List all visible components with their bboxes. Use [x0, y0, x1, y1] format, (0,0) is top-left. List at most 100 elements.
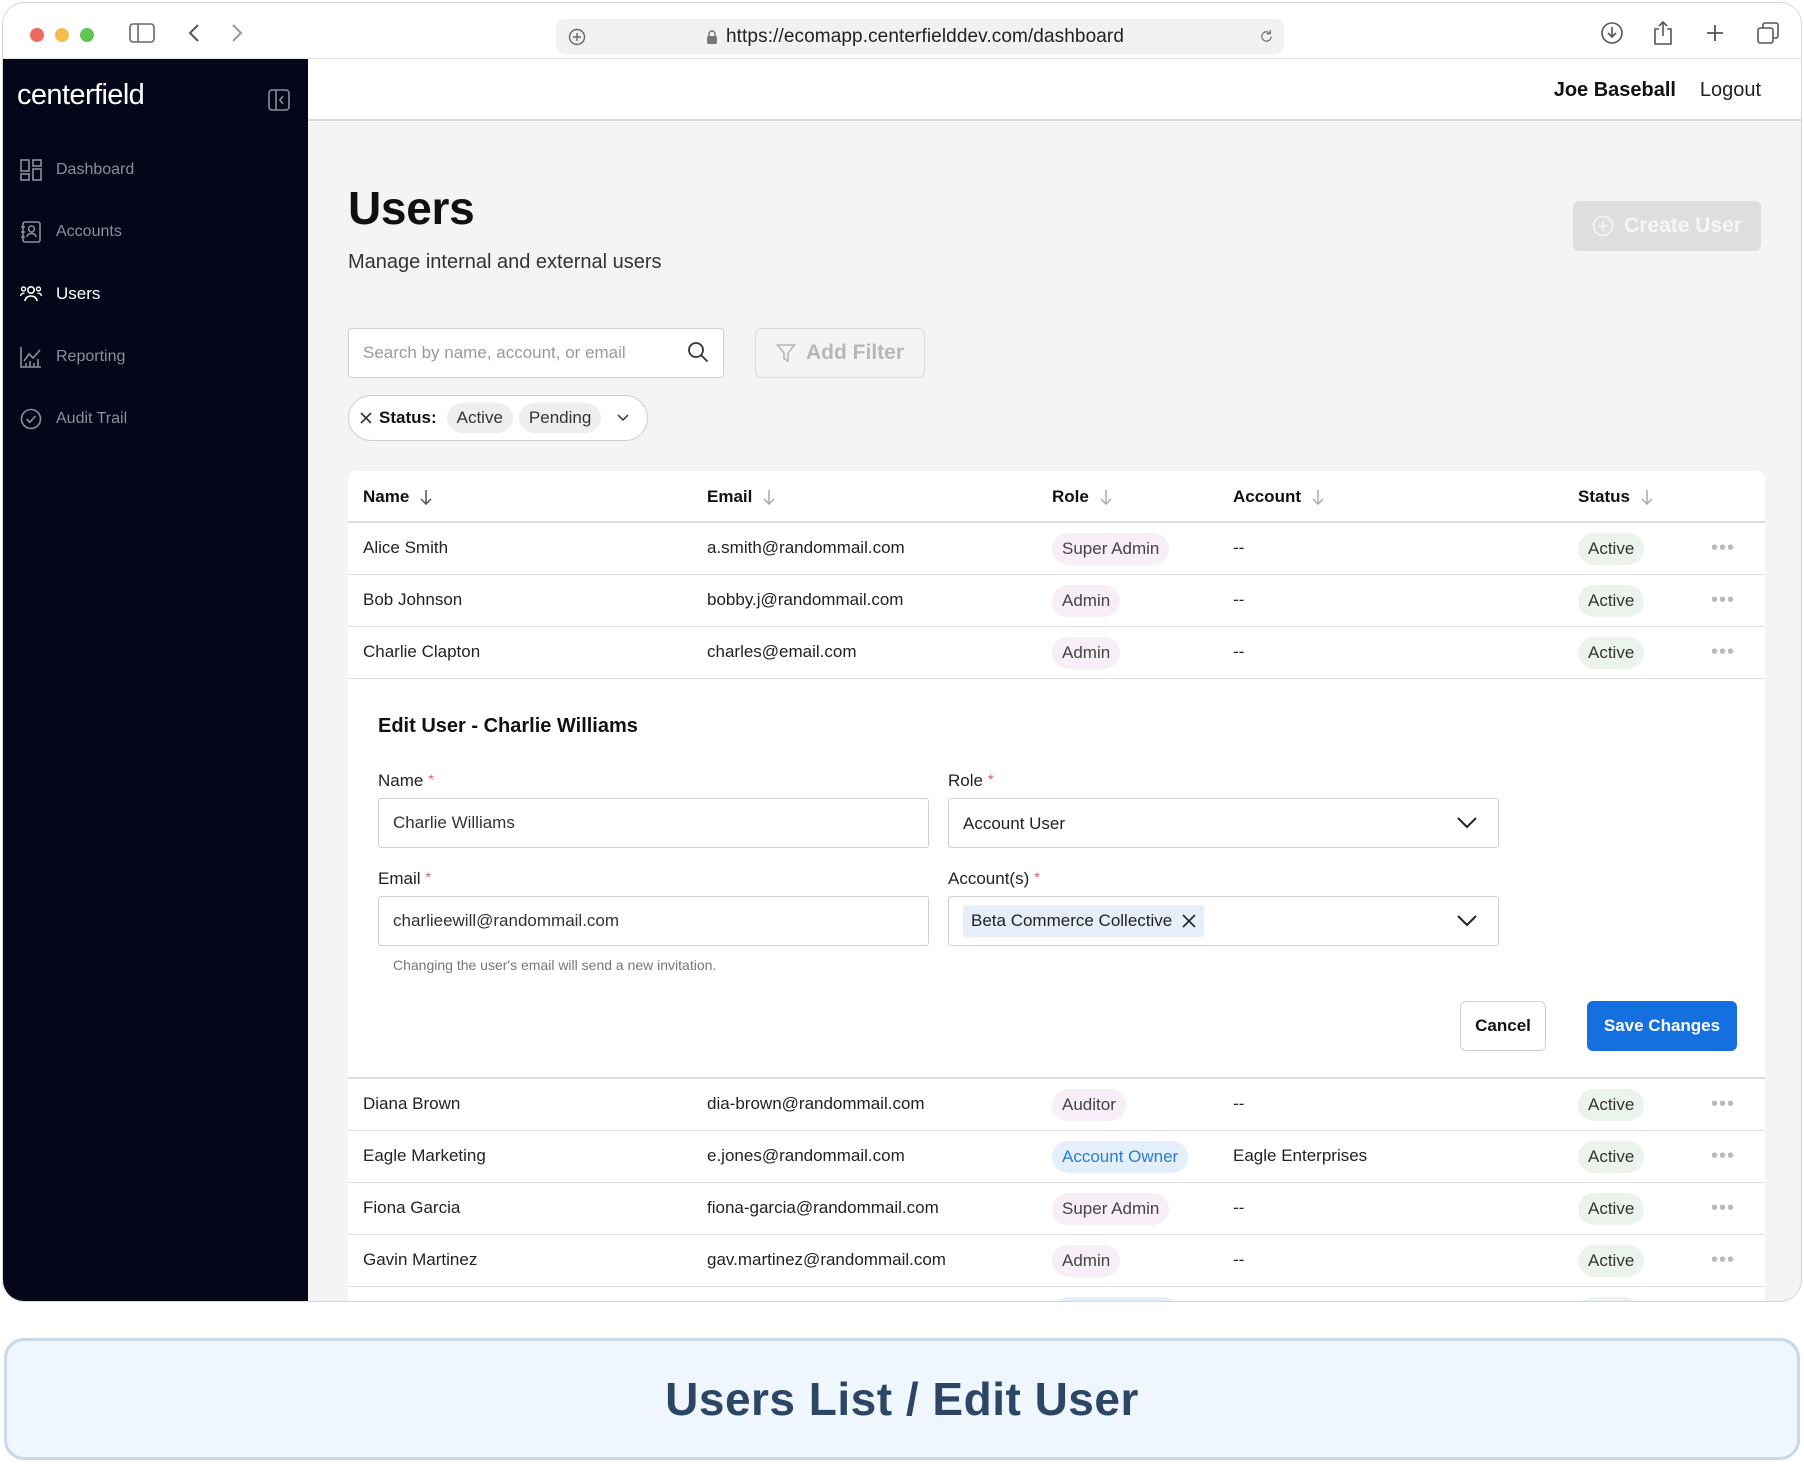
sort-arrow-icon — [1100, 490, 1112, 505]
accounts-icon — [21, 221, 41, 243]
url-text[interactable]: https://ecomapp.centerfielddev.com/dashb… — [726, 19, 1124, 54]
table-row[interactable]: Alice Smith a.smith@randommail.com Super… — [348, 523, 1765, 575]
new-tab-icon[interactable] — [1704, 20, 1726, 46]
edit-user-heading: Edit User - Charlie Williams — [378, 715, 638, 737]
cell-email: e.jones@randommail.com — [707, 1146, 905, 1165]
search-box[interactable] — [348, 328, 724, 378]
cell-account: -- — [1233, 1250, 1245, 1269]
cell-name: Diana Brown — [363, 1094, 461, 1113]
column-header-account[interactable]: Account — [1233, 487, 1325, 507]
edit-user-panel: Edit User - Charlie Williams Name * Charl… — [348, 680, 1765, 1079]
table-row[interactable]: Bob Johnson bobby.j@randommail.com Admin… — [348, 575, 1765, 627]
table-row[interactable]: Fiona Garcia fiona-garcia@randommail.com… — [348, 1183, 1765, 1235]
remove-tag-icon[interactable] — [1182, 914, 1196, 928]
maximize-window-button[interactable] — [80, 28, 94, 42]
column-header-email[interactable]: Email — [707, 487, 776, 507]
email-field[interactable]: charlieewill@randommail.com — [378, 896, 929, 946]
table-row[interactable]: Gavin Martinez gav.martinez@randommail.c… — [348, 1235, 1765, 1287]
column-header-name[interactable]: Name — [363, 487, 433, 507]
close-window-button[interactable] — [30, 28, 44, 42]
role-badge: Super Admin — [1052, 533, 1170, 565]
status-badge: Active — [1578, 1245, 1645, 1277]
row-actions-icon[interactable]: ••• — [1711, 537, 1735, 560]
reload-icon[interactable] — [1259, 29, 1274, 44]
status-filter-label: Status: — [379, 408, 437, 427]
sidebar-item-reporting[interactable]: Reporting — [20, 346, 125, 368]
row-actions-icon[interactable]: ••• — [1711, 589, 1735, 612]
sidebar-item-label: Accounts — [56, 223, 122, 240]
table-row[interactable]: Eagle Marketing e.jones@randommail.com A… — [348, 1131, 1765, 1183]
audit-trail-icon — [20, 408, 42, 430]
role-select-value: Account User — [963, 814, 1066, 833]
remove-filter-icon[interactable] — [359, 411, 373, 425]
tab-overview-icon[interactable] — [1755, 20, 1781, 46]
table-row[interactable]: Charlie Clapton charles@email.com Admin … — [348, 627, 1765, 679]
share-icon[interactable] — [1652, 20, 1674, 46]
search-input[interactable] — [363, 329, 673, 376]
back-icon[interactable] — [186, 20, 202, 46]
row-actions-icon[interactable]: ••• — [1711, 1249, 1735, 1272]
status-filter-value: Pending — [518, 403, 602, 433]
current-user-name[interactable]: Joe Baseball — [1554, 79, 1676, 102]
main-content: Users Manage internal and external users… — [308, 121, 1801, 1301]
centerfield-logo[interactable]: centerfield — [17, 79, 145, 112]
chevron-down-icon — [1457, 915, 1477, 927]
sort-arrow-icon — [1641, 490, 1653, 505]
sidebar-item-accounts[interactable]: Accounts — [20, 221, 122, 243]
role-badge: Super Admin — [1052, 1193, 1170, 1225]
column-header-status[interactable]: Status — [1578, 487, 1654, 507]
users-icon — [20, 285, 42, 302]
cell-name: Bob Johnson — [363, 590, 463, 609]
collapse-sidebar-icon[interactable] — [268, 89, 290, 116]
email-label: Email * — [378, 869, 431, 888]
search-icon[interactable] — [687, 341, 709, 363]
minimize-window-button[interactable] — [55, 28, 69, 42]
column-header-role[interactable]: Role — [1052, 487, 1113, 507]
reporting-icon — [20, 347, 41, 368]
sidebar-item-dashboard[interactable]: Dashboard — [20, 159, 134, 181]
browser-titlebar: https://ecomapp.centerfielddev.com/dashb… — [3, 3, 1801, 59]
filter-icon — [776, 344, 796, 363]
role-badge: Account Owner — [1052, 1141, 1189, 1173]
account-tag: Beta Commerce Collective — [963, 905, 1205, 937]
browser-window: https://ecomapp.centerfielddev.com/dashb… — [2, 2, 1802, 1302]
name-field[interactable]: Charlie Williams — [378, 798, 929, 848]
row-actions-icon[interactable]: ••• — [1711, 1093, 1735, 1116]
table-row-partial[interactable] — [348, 1287, 1765, 1301]
logout-link[interactable]: Logout — [1700, 79, 1761, 102]
caption-banner: Users List / Edit User — [4, 1338, 1800, 1460]
create-user-label: Create User — [1624, 214, 1742, 237]
sidebar-item-users[interactable]: Users — [20, 283, 100, 305]
table-header: Name Email Role Account Status — [348, 471, 1765, 523]
address-bar[interactable]: https://ecomapp.centerfielddev.com/dashb… — [556, 19, 1284, 54]
create-user-button[interactable]: Create User — [1573, 201, 1761, 251]
status-badge: Active — [1578, 533, 1645, 565]
plus-circle-icon — [1592, 215, 1614, 237]
page-title: Users — [348, 182, 475, 234]
status-badge: Active — [1578, 637, 1645, 669]
site-settings-icon[interactable] — [568, 28, 586, 46]
row-actions-icon[interactable]: ••• — [1711, 641, 1735, 664]
sidebar-toggle-icon[interactable] — [129, 20, 155, 46]
save-changes-button[interactable]: Save Changes — [1587, 1001, 1737, 1051]
sidebar-item-audit-trail[interactable]: Audit Trail — [20, 408, 127, 430]
sidebar: centerfield Dashboard Accounts Users Rep… — [3, 59, 308, 1301]
cell-email: fiona-garcia@randommail.com — [707, 1198, 939, 1217]
row-actions-icon[interactable]: ••• — [1711, 1145, 1735, 1168]
role-badge: Auditor — [1052, 1089, 1126, 1121]
cell-name: Gavin Martinez — [363, 1250, 478, 1269]
role-select[interactable]: Account User — [948, 798, 1499, 848]
accounts-select[interactable]: Beta Commerce Collective — [948, 896, 1499, 946]
forward-icon[interactable] — [229, 20, 245, 46]
cancel-button[interactable]: Cancel — [1460, 1001, 1546, 1051]
accounts-label: Account(s) * — [948, 869, 1040, 888]
table-row[interactable]: Diana Brown dia-brown@randommail.com Aud… — [348, 1079, 1765, 1131]
add-filter-button[interactable]: Add Filter — [755, 328, 925, 378]
download-icon[interactable] — [1600, 20, 1624, 46]
status-filter-chip[interactable]: Status: Active Pending — [348, 395, 648, 441]
cell-account: -- — [1233, 1198, 1245, 1217]
sort-arrow-icon — [763, 490, 775, 505]
row-actions-icon[interactable]: ••• — [1711, 1197, 1735, 1220]
chevron-down-icon[interactable] — [617, 414, 629, 422]
status-badge: Active — [1578, 1141, 1645, 1173]
